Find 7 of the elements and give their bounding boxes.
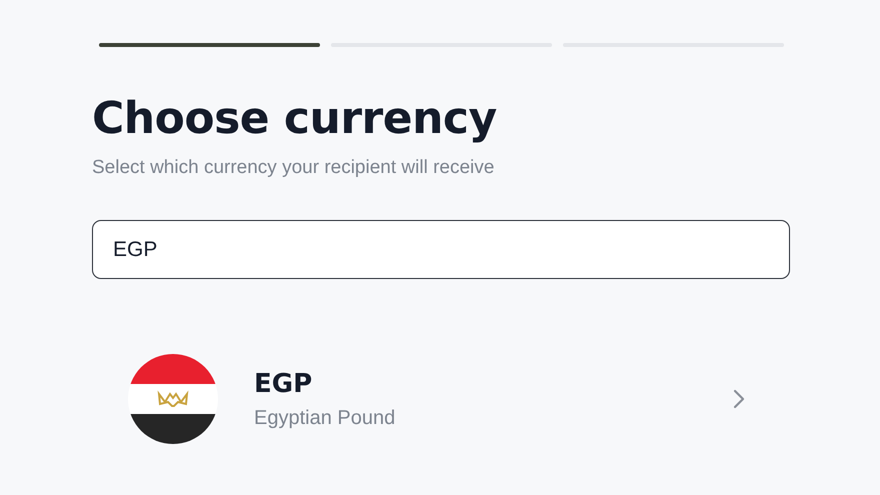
page-subtitle: Select which currency your recipient will receive xyxy=(92,157,496,179)
search-field[interactable]: EGP xyxy=(92,220,790,279)
egypt-flag-icon xyxy=(128,354,218,444)
chevron-right-icon[interactable] xyxy=(733,389,745,409)
page-title: Choose currency xyxy=(92,92,498,146)
currency-code: EGP xyxy=(254,368,314,398)
currency-name: Egyptian Pound xyxy=(254,406,396,430)
